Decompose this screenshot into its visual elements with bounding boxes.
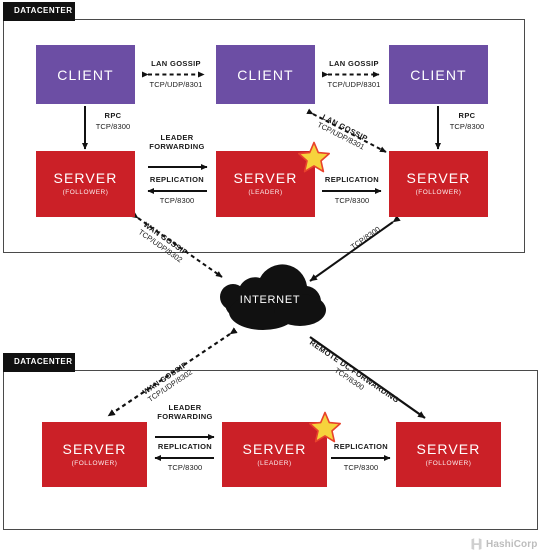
label-replication-left-dc2-header: REPLICATION	[157, 442, 213, 451]
label-lan-gossip-left: LAN GOSSIP TCP/UDP/8301	[136, 59, 216, 89]
dc1-server-follower-2[interactable]: SERVER (FOLLOWER)	[389, 151, 488, 217]
label-replication-left-dc1-header: REPLICATION	[149, 175, 205, 184]
label-lan-gossip-left-header: LAN GOSSIP	[151, 59, 201, 68]
dc1-client-3[interactable]: CLIENT	[389, 45, 488, 104]
label-replication-left-dc2: REPLICATION TCP/8300	[145, 442, 225, 472]
footer-brand-text: HashiCorp	[486, 539, 538, 550]
label-replication-left-dc2-port: TCP/8300	[167, 462, 203, 472]
datacenter-2-label: DATACENTER 2	[3, 353, 80, 372]
dc1-server-2-title: SERVER	[233, 170, 298, 187]
dc2-server-follower-2[interactable]: SERVER (FOLLOWER)	[396, 422, 501, 487]
label-replication-right-dc2-header: REPLICATION	[333, 442, 389, 451]
dc2-server-2-title: SERVER	[242, 440, 307, 457]
label-lan-gossip-right: LAN GOSSIP TCP/UDP/8301	[314, 59, 394, 89]
dc2-server-2-role: (LEADER)	[257, 459, 292, 467]
dc1-server-1-role: (FOLLOWER)	[62, 189, 109, 197]
diagram-canvas: DATACENTER 1 CLIENT CLIENT CLIENT SERVER…	[0, 0, 541, 557]
internet-label: INTERNET	[239, 294, 301, 306]
dc1-client-1[interactable]: CLIENT	[36, 45, 135, 104]
label-lan-gossip-left-port: TCP/UDP/8301	[149, 79, 203, 89]
dc2-server-3-role: (FOLLOWER)	[425, 459, 472, 467]
dc2-server-3-title: SERVER	[416, 440, 481, 457]
label-rpc-right-port: TCP/8300	[449, 121, 485, 131]
label-replication-left-dc1-port: TCP/8300	[159, 195, 195, 205]
dc1-client-3-title: CLIENT	[410, 66, 467, 83]
dc1-server-2-role: (LEADER)	[248, 189, 283, 197]
label-rpc-right: RPC TCP/8300	[444, 111, 504, 131]
dc2-server-follower-1[interactable]: SERVER (FOLLOWER)	[42, 422, 147, 487]
dc1-server-1-title: SERVER	[53, 170, 118, 187]
label-leader-forwarding-dc1-line2: FORWARDING	[149, 141, 205, 151]
datacenter-1-label: DATACENTER 1	[3, 2, 80, 21]
label-replication-right-dc1-port: TCP/8300	[334, 195, 370, 205]
dc2-server-1-role: (FOLLOWER)	[71, 459, 118, 467]
label-lan-gossip-right-port: TCP/UDP/8301	[327, 79, 381, 89]
label-rpc-left: RPC TCP/8300	[90, 111, 150, 131]
label-lan-gossip-right-header: LAN GOSSIP	[329, 59, 379, 68]
label-leader-forwarding-dc2-line2: FORWARDING	[157, 411, 213, 421]
hashicorp-logo-icon	[471, 538, 482, 550]
dc1-server-follower-1[interactable]: SERVER (FOLLOWER)	[36, 151, 135, 217]
dc1-server-3-role: (FOLLOWER)	[415, 189, 462, 197]
label-replication-right-dc2-port: TCP/8300	[343, 462, 379, 472]
dc2-leader-star-icon	[309, 411, 341, 443]
footer-brand: HashiCorp	[470, 538, 537, 551]
dc2-server-1-title: SERVER	[62, 440, 127, 457]
label-rpc-left-port: TCP/8300	[95, 121, 131, 131]
dc1-server-3-title: SERVER	[406, 170, 471, 187]
label-replication-right-dc1: REPLICATION TCP/8300	[312, 175, 392, 205]
label-rpc-right-header: RPC	[458, 111, 476, 120]
dc1-client-2-title: CLIENT	[237, 66, 294, 83]
label-replication-left-dc1: REPLICATION TCP/8300	[137, 175, 217, 205]
label-leader-forwarding-dc1: LEADER FORWARDING	[137, 133, 217, 151]
label-rpc-left-header: RPC	[104, 111, 122, 120]
dc1-client-2[interactable]: CLIENT	[216, 45, 315, 104]
dc1-leader-star-icon	[298, 141, 330, 173]
dc1-client-1-title: CLIENT	[57, 66, 114, 83]
internet-cloud: INTERNET	[203, 264, 337, 340]
label-leader-forwarding-dc2: LEADER FORWARDING	[145, 403, 225, 421]
label-replication-right-dc1-header: REPLICATION	[324, 175, 380, 184]
label-replication-right-dc2: REPLICATION TCP/8300	[321, 442, 401, 472]
